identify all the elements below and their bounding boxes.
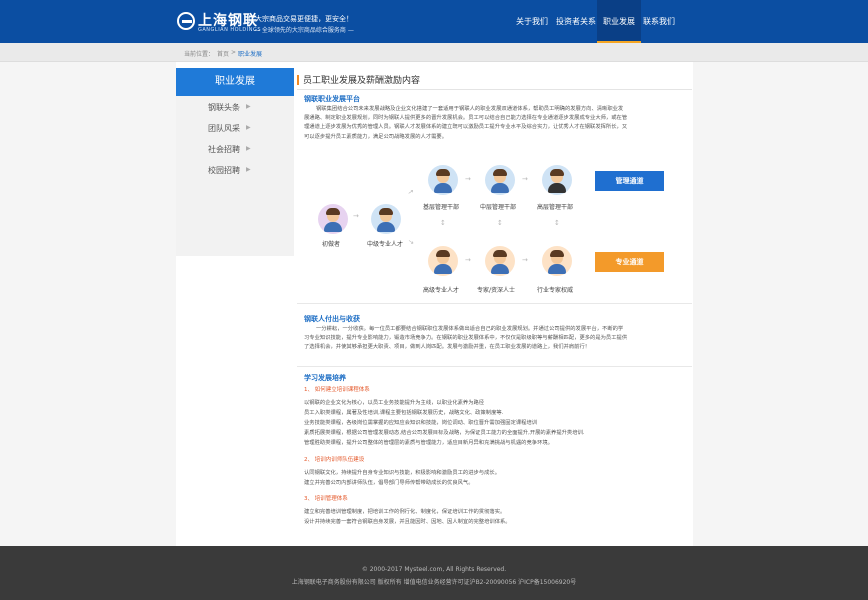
arrow-up-right-icon: → — [406, 187, 416, 197]
para-line: 了选择机会，并使其够承担更大职责、项目，做到人岗匹配。发展与激励并重，在员工职业… — [304, 344, 591, 351]
person-icon — [542, 165, 572, 195]
company-logo-icon[interactable] — [177, 12, 195, 30]
site-footer: © 2000-2017 Mysteel.com, All Rights Rese… — [0, 546, 868, 600]
sidebar-item-campus-recruitment[interactable]: 校园招聘 — [208, 165, 240, 176]
management-channel-badge: 管理通道 — [595, 171, 664, 191]
training-line: 业务技能类课程，各级岗位需掌握的应知应会知识和技能，岗位调动、职位晋升需加强固定… — [304, 420, 538, 426]
person-icon — [485, 165, 515, 195]
training-line: 建立和完善培训管理制度，把培训工作的例行化、制度化，保证培训工作的贯彻落实。 — [304, 509, 506, 515]
arrow-updown-icon: ↕ — [440, 219, 446, 227]
top-header: 上海钢联 GANGLIAN HOLDINGS 让大宗商品交易更便捷，更安全！ —… — [0, 0, 868, 43]
breadcrumb-prefix: 当前位置： — [184, 51, 215, 58]
subheading-training-management: 3、 培训管理体系 — [304, 496, 348, 502]
arrow-right-icon: → — [353, 212, 359, 220]
subheading-course-system: 1、 如何建立培训课程体系 — [304, 387, 370, 393]
training-line: 建立并完善公司内部讲师队伍，倡导部门导师传帮带助成长的优良风气。 — [304, 480, 474, 486]
sidebar-item-team[interactable]: 团队风采 — [208, 123, 240, 134]
para-line: 一分耕耘，一分收获。每一位员工都要结合钢联职位发展体系做出适合自己的职业发展规划… — [316, 326, 624, 332]
training-line: 员工入职类课程，属著及性培训,课程主要包括钢联发展历史，战略文化、政策制度等. — [304, 410, 504, 416]
breadcrumb-home[interactable]: 首页 — [217, 49, 229, 58]
nav-about-us[interactable]: 关于我们 — [510, 0, 554, 43]
breadcrumb-separator: > — [231, 49, 237, 56]
title-divider — [297, 89, 692, 90]
arrow-right-icon: → — [522, 175, 528, 183]
sidebar-menu: 钢联头条 ▶ 团队风采 ▶ 社会招聘 ▶ 校园招聘 ▶ — [176, 96, 294, 256]
section-title-platform: 钢联职业发展平台 — [304, 95, 360, 103]
training-line: 素质拓展类课程，根据公司管理发展动态,结合公司发展目标及战略，为保证员工能力的全… — [304, 430, 585, 436]
node-label-expert: 专家/资深人士 — [477, 287, 516, 294]
person-icon — [485, 246, 515, 276]
section-divider — [297, 366, 692, 367]
chevron-right-icon: ▶ — [246, 103, 251, 110]
company-license-line: 上海钢联电子商务股份有限公司 版权所有 增值电信业务经营许可证沪B2-20090… — [291, 579, 577, 586]
nav-contact-us[interactable]: 联系我们 — [637, 0, 681, 43]
section-title-reward: 钢联人付出与收获 — [304, 315, 360, 323]
person-icon — [318, 204, 348, 234]
person-icon — [428, 246, 458, 276]
node-label-senior-professional: 高级专业人才 — [423, 287, 460, 294]
training-line: 认同钢联文化，持续提升自身专业知识与技能，积极影响和激励员工的进步与成长。 — [304, 470, 500, 476]
para-line: 习专业知识技能，提升专业影响能力，锻造市场竞争力。在钢联的职业发展体系中，不仅仅… — [304, 335, 628, 342]
title-accent-bar — [297, 75, 299, 85]
chevron-right-icon: ▶ — [246, 166, 251, 173]
para-line: 理通道上逐步发展为优秀的管理人员。钢联人才发展体系的建立既可以激励员工提升专业水… — [304, 124, 628, 131]
node-label-senior-manager: 高层管理干部 — [537, 204, 574, 211]
arrow-updown-icon: ↕ — [497, 219, 503, 227]
para-line: 钢联集团结合公司未来发展战略及企业文化搭建了一套适用于钢联人的职业发展双通道体系… — [316, 106, 624, 112]
person-icon — [428, 165, 458, 195]
para-line: 展通路、制定职业发展规划，同时为钢联人提供更多的晋升发展机会。员工可以结合自己能… — [304, 115, 628, 122]
arrow-right-icon: → — [522, 256, 528, 264]
training-line: 设计并持续完善一套符合钢联自身发展，并且能因时、因地、因人制宜的完整培训体系。 — [304, 519, 511, 525]
section-divider — [297, 303, 692, 304]
nav-investor-relations[interactable]: 投资者关系 — [550, 0, 602, 43]
training-line: 管理胜助类课程，提升公司整体的管理层的素质与管理能力，适应目新月异和充满挑战与机… — [304, 440, 553, 446]
sidebar-title: 职业发展 — [176, 68, 294, 96]
breadcrumb-current[interactable]: 职业发展 — [238, 49, 262, 58]
arrow-right-icon: → — [465, 175, 471, 183]
slogan-line1: 让大宗商品交易更便捷，更安全！ — [248, 15, 353, 23]
person-icon — [542, 246, 572, 276]
copyright-line: © 2000-2017 Mysteel.com, All Rights Rese… — [361, 566, 507, 573]
node-label-middle-manager: 中层管理干部 — [480, 204, 517, 211]
node-label-industry-authority: 行业专家权威 — [537, 287, 574, 294]
arrow-down-right-icon: → — [406, 237, 416, 247]
person-icon — [371, 204, 401, 234]
node-label-grassroots-manager: 基层管理干部 — [423, 204, 460, 211]
node-label-mid-talent: 中级专业人才 — [367, 241, 404, 248]
professional-channel-badge: 专业通道 — [595, 252, 664, 272]
arrow-updown-icon: ↕ — [554, 219, 560, 227]
section-title-training: 学习发展培养 — [304, 374, 346, 382]
sidebar-item-social-recruitment[interactable]: 社会招聘 — [208, 144, 240, 155]
breadcrumb: 当前位置： 首页 > 职业发展 — [0, 43, 868, 62]
platform-paragraph: 钢联集团结合公司未来发展战略及企业文化搭建了一套适用于钢联人的职业发展双通道体系… — [304, 105, 690, 142]
slogan-line2: — 全球领先的大宗商品综合服务商 — — [254, 27, 354, 34]
reward-paragraph: 一分耕耘，一分收获。每一位员工都要结合钢联职位发展体系做出适合自己的职业发展规划… — [304, 325, 690, 353]
logo-subtitle: GANGLIAN HOLDINGS — [198, 27, 262, 33]
para-line: 可以逐步提升员工素质能力，满足公司战略发展的人才需要。 — [304, 133, 448, 140]
arrow-right-icon: → — [465, 256, 471, 264]
nav-career-development[interactable]: 职业发展 — [597, 0, 641, 43]
page-title: 员工职业发展及薪酬激励内容 — [303, 76, 421, 86]
sidebar-item-headlines[interactable]: 钢联头条 — [208, 102, 240, 113]
content-panel: 职业发展 钢联头条 ▶ 团队风采 ▶ 社会招聘 ▶ 校园招聘 ▶ 员工职业发展及… — [176, 62, 693, 546]
chevron-right-icon: ▶ — [246, 145, 251, 152]
node-label-entry: 初做者 — [322, 241, 341, 248]
subheading-trainer-team: 2、 培训内训师队伍建设 — [304, 457, 365, 463]
chevron-right-icon: ▶ — [246, 124, 251, 131]
training-line: 以钢联的企业文化为核心，以员工业务技能提升为主线，以职业化素养为路径 — [304, 400, 485, 406]
